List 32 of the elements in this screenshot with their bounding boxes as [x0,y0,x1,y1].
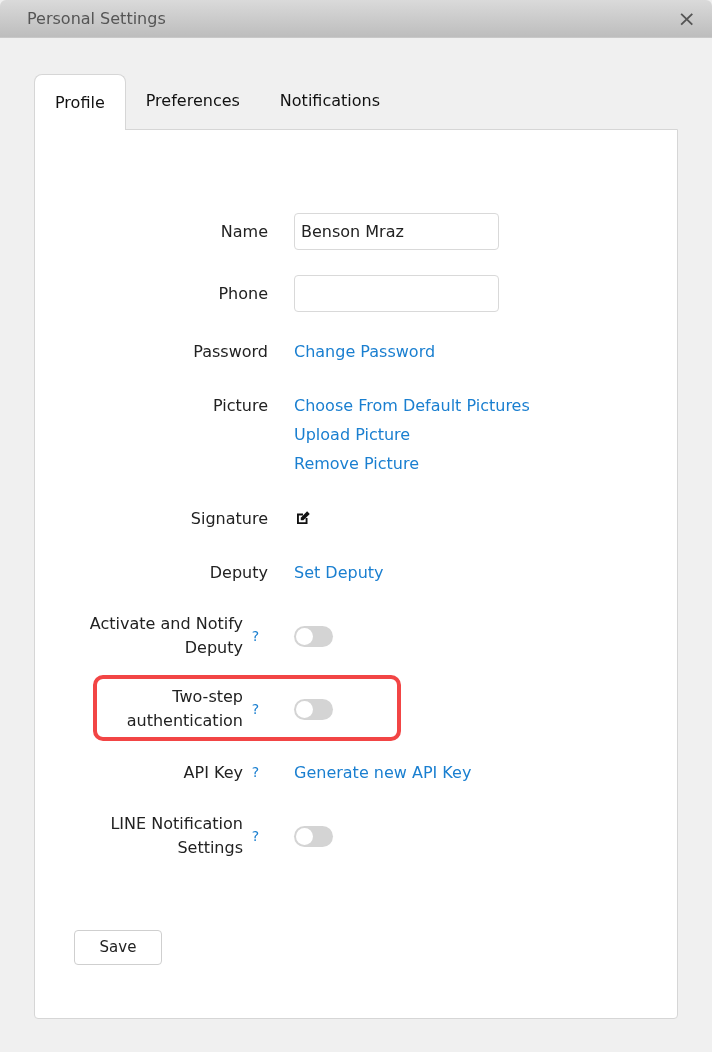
field-label: API Key [182,761,243,784]
field-label: Deputy [209,562,268,584]
field-label: Name [220,221,268,243]
link[interactable]: Upload Picture [294,420,530,449]
save-button[interactable]: Save [74,930,162,965]
help-link[interactable]: ? [243,762,268,783]
toggle-switch[interactable] [294,825,333,847]
link[interactable]: Choose From Default Pictures [294,391,530,420]
help-link[interactable]: ? [243,625,268,647]
link[interactable]: Remove Picture [294,449,530,478]
field-label: Picture [212,395,268,417]
link[interactable]: Change Password [294,337,436,366]
field-label: Phone [218,283,268,305]
text-field[interactable] [294,275,499,312]
tab[interactable]: Preferences [125,73,260,129]
tab[interactable]: Notifications [259,73,400,129]
toggle-switch[interactable] [294,698,333,720]
field-label: Activate and Notify Deputy [88,613,243,659]
tab[interactable]: Profile [34,74,126,130]
window-title: Personal Settings [27,7,166,30]
help-link[interactable]: ? [243,825,268,847]
field-label: Password [193,341,268,363]
field-label: LINE Notification Settings [109,813,243,859]
help-link[interactable]: ? [243,698,268,720]
toggle-switch[interactable] [294,625,333,647]
link[interactable]: Generate new API Key [294,758,472,787]
edit-icon[interactable] [294,509,312,527]
text-field[interactable]: Benson Mraz [294,213,499,250]
close-button[interactable]: × [677,7,696,30]
field-label: Two-step authentication [125,686,243,732]
field-label: Signature [190,507,268,530]
link[interactable]: Set Deputy [294,558,384,587]
